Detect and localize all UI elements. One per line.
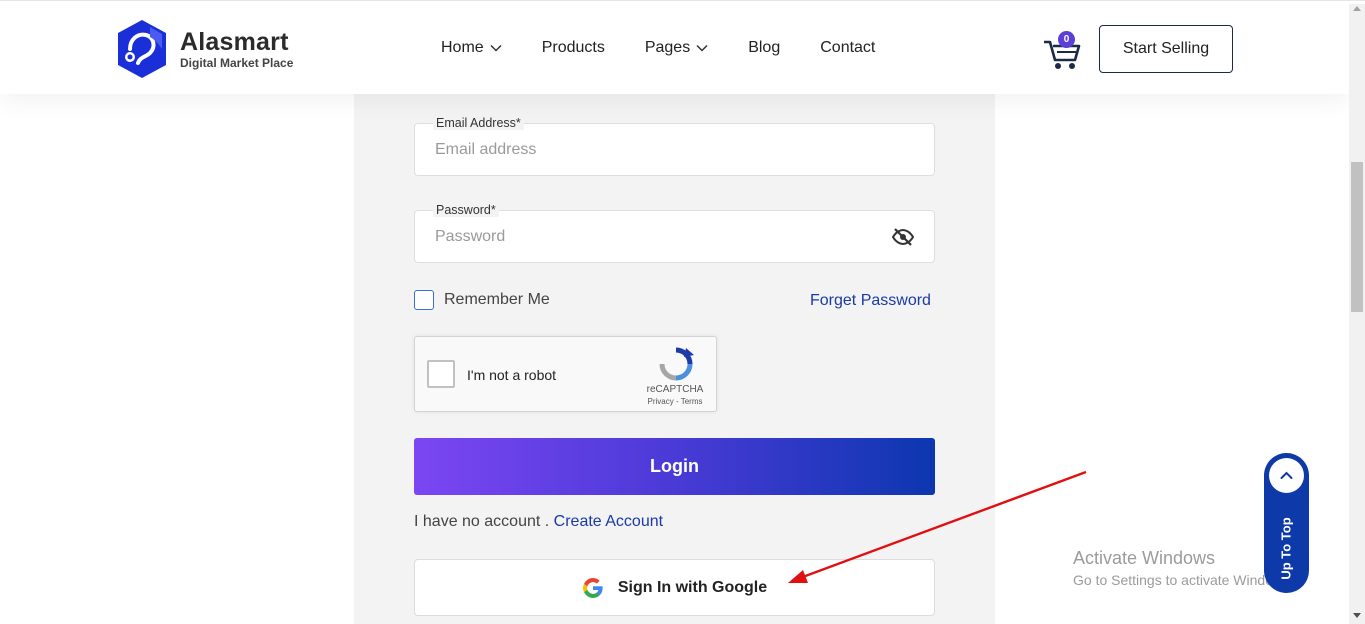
- recaptcha-logo-icon: [659, 347, 694, 381]
- window-top-edge: [0, 0, 1365, 4]
- cart-button[interactable]: 0: [1042, 31, 1082, 72]
- up-to-top-circle: [1269, 458, 1304, 493]
- google-signin-button[interactable]: Sign In with Google: [414, 559, 935, 616]
- eye-slash-icon[interactable]: [892, 227, 914, 247]
- activate-windows-subtitle: Go to Settings to activate Windows.: [1073, 572, 1294, 588]
- up-to-top-label: Up To Top: [1279, 516, 1295, 580]
- nav-item-blog[interactable]: Blog: [748, 39, 780, 57]
- nav-item-contact[interactable]: Contact: [820, 39, 875, 57]
- scrollbar-thumb[interactable]: [1351, 162, 1363, 312]
- hexagon-logo-icon: [118, 20, 166, 78]
- brand-name: Alasmart: [180, 27, 289, 56]
- scroll-up-arrow-icon[interactable]: [1353, 6, 1361, 11]
- chevron-down-icon: [696, 44, 708, 52]
- recaptcha-widget: I'm not a robot reCAPTCHA Privacy - Term…: [414, 336, 717, 412]
- google-signin-label: Sign In with Google: [617, 578, 768, 596]
- recaptcha-checkbox[interactable]: [427, 360, 455, 388]
- remember-me-toggle[interactable]: Remember Me: [414, 290, 550, 310]
- email-label: Email Address*: [433, 116, 524, 130]
- password-field[interactable]: Password*: [414, 203, 935, 263]
- login-button[interactable]: Login: [414, 438, 935, 495]
- brand-tagline: Digital Market Place: [180, 55, 294, 70]
- no-account-text: I have no account .: [414, 513, 550, 530]
- google-g-icon: [582, 577, 603, 598]
- brand-logo[interactable]: Alasmart Digital Market Place: [116, 19, 293, 79]
- nav-item-label: Blog: [748, 39, 781, 56]
- password-label: Password*: [433, 203, 499, 217]
- recaptcha-brand: reCAPTCHA: [646, 384, 704, 395]
- start-selling-button[interactable]: Start Selling: [1099, 25, 1233, 73]
- cart-count-badge: 0: [1058, 31, 1075, 48]
- password-input[interactable]: [435, 225, 875, 249]
- recaptcha-label: I'm not a robot: [467, 367, 557, 383]
- no-account-line: I have no account . Create Account: [414, 513, 663, 531]
- activate-windows-watermark: Activate Windows Go to Settings to activ…: [1073, 548, 1294, 588]
- nav-item-label: Home: [441, 39, 484, 56]
- scroll-down-arrow-icon[interactable]: [1353, 613, 1361, 618]
- activate-windows-title: Activate Windows: [1073, 548, 1216, 568]
- nav-item-home[interactable]: Home: [441, 39, 502, 57]
- chevron-down-icon: [490, 44, 502, 52]
- remember-me-label: Remember Me: [444, 291, 550, 308]
- email-input[interactable]: [435, 138, 875, 162]
- chevron-up-icon: [1280, 471, 1293, 479]
- email-field[interactable]: Email Address*: [414, 116, 935, 176]
- nav-item-pages[interactable]: Pages: [645, 39, 708, 57]
- create-account-link[interactable]: Create Account: [554, 513, 663, 530]
- site-header: Alasmart Digital Market Place Home Produ…: [0, 4, 1349, 94]
- nav-item-label: Contact: [820, 39, 876, 56]
- nav-item-products[interactable]: Products: [542, 39, 605, 57]
- forget-password-link[interactable]: Forget Password: [810, 292, 931, 310]
- recaptcha-privacy-terms[interactable]: Privacy - Terms: [635, 397, 715, 406]
- page-scrollbar[interactable]: [1349, 4, 1365, 624]
- nav-item-label: Pages: [644, 39, 691, 56]
- up-to-top-button[interactable]: Up To Top: [1264, 453, 1309, 593]
- remember-me-checkbox[interactable]: [414, 290, 434, 310]
- main-nav: Home Products Pages Blog Contact: [441, 39, 915, 57]
- nav-item-label: Products: [541, 39, 605, 56]
